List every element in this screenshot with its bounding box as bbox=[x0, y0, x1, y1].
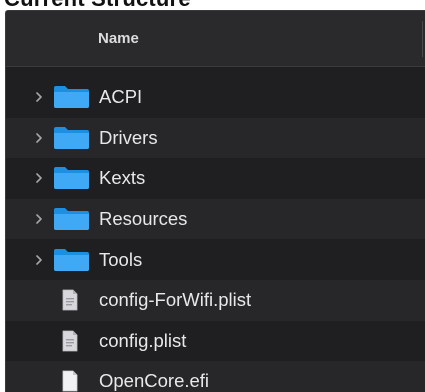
item-name: OpenCore.efi bbox=[99, 370, 210, 392]
item-name: Kexts bbox=[99, 167, 146, 189]
item-name: Tools bbox=[99, 248, 143, 270]
disclosure-chevron-icon[interactable] bbox=[34, 133, 44, 143]
list-item[interactable]: config-ForWifi.plist bbox=[6, 279, 425, 321]
screenshot-frame: Current Structure Name ACPI bbox=[0, 0, 425, 392]
list-item[interactable]: ACPI bbox=[6, 77, 425, 118]
folder-icon bbox=[54, 126, 89, 149]
column-divider[interactable] bbox=[422, 21, 423, 57]
disclosure-chevron-icon[interactable] bbox=[34, 254, 44, 265]
item-name: ACPI bbox=[99, 86, 143, 108]
folder-icon bbox=[54, 86, 89, 109]
list-item[interactable]: Drivers bbox=[6, 117, 425, 159]
plist-file-icon bbox=[62, 330, 78, 352]
efi-file-icon bbox=[62, 371, 78, 392]
item-name: Drivers bbox=[99, 126, 158, 148]
name-column-header[interactable]: Name bbox=[98, 30, 139, 47]
folder-icon bbox=[54, 248, 89, 271]
top-strip: Current Structure bbox=[0, 0, 425, 10]
folder-icon bbox=[54, 208, 89, 231]
item-name: config.plist bbox=[99, 329, 187, 351]
folder-icon bbox=[54, 167, 89, 190]
finder-list-view: Name ACPI Drivers Kexts Resources Tools … bbox=[5, 10, 425, 392]
disclosure-chevron-icon[interactable] bbox=[34, 92, 44, 103]
top-strip-text: Current Structure bbox=[4, 0, 191, 10]
item-name: config-ForWifi.plist bbox=[99, 289, 252, 311]
list-item[interactable]: Kexts bbox=[6, 158, 425, 199]
list-item[interactable]: Tools bbox=[6, 239, 425, 280]
list-item[interactable]: OpenCore.efi bbox=[6, 361, 425, 392]
disclosure-chevron-icon[interactable] bbox=[34, 173, 44, 184]
list-item[interactable]: config.plist bbox=[6, 320, 425, 362]
list-item[interactable]: Resources bbox=[6, 198, 425, 240]
plist-file-icon bbox=[62, 289, 78, 311]
disclosure-chevron-icon[interactable] bbox=[34, 214, 44, 224]
item-name: Resources bbox=[99, 208, 188, 230]
column-header-bar: Name bbox=[6, 11, 425, 67]
file-list: ACPI Drivers Kexts Resources Tools confi… bbox=[6, 77, 425, 392]
